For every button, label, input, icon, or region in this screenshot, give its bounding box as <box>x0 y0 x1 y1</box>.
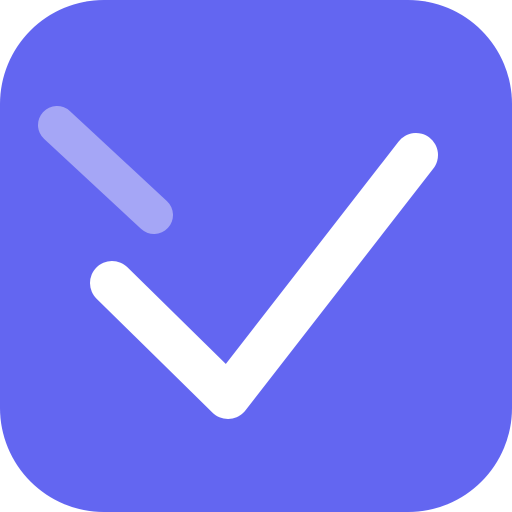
app-icon[interactable] <box>0 0 512 512</box>
app-icon-svg <box>0 0 512 512</box>
icon-background <box>0 0 512 512</box>
